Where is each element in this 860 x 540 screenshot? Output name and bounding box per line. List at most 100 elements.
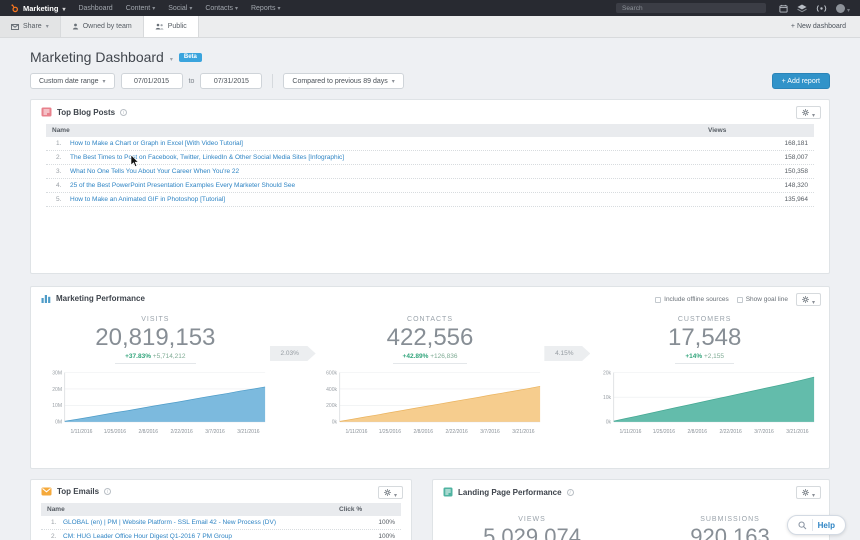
beta-badge: Beta bbox=[179, 53, 202, 62]
email-link[interactable]: GLOBAL (en) | PM | Website Platform - SS… bbox=[63, 519, 339, 526]
table-row[interactable]: 1. How to Make a Chart or Graph in Excel… bbox=[46, 137, 814, 151]
visits-metric: VISITS 20,819,153 +37.83% +5,714,212 0M1… bbox=[41, 310, 270, 440]
table-row[interactable]: 4. 25 of the Best PowerPoint Presentatio… bbox=[46, 179, 814, 193]
blog-post-link[interactable]: How to Make an Animated GIF in Photoshop… bbox=[70, 196, 702, 203]
broadcast-icon[interactable] bbox=[816, 4, 827, 13]
blog-post-link[interactable]: How to Make a Chart or Graph in Excel [W… bbox=[70, 140, 702, 147]
metric-label: CUSTOMERS bbox=[678, 316, 732, 323]
chevron-down-icon bbox=[152, 5, 155, 12]
bar-chart-icon bbox=[41, 294, 51, 303]
svg-text:1/25/2016: 1/25/2016 bbox=[378, 429, 401, 435]
card-title: Top Emails bbox=[57, 487, 99, 496]
account-menu[interactable] bbox=[836, 0, 850, 17]
top-emails-card: Top Emails Name Click % 1. GLOBAL (en) |… bbox=[30, 479, 412, 540]
info-icon[interactable] bbox=[104, 488, 111, 495]
emails-settings-button[interactable] bbox=[378, 486, 403, 499]
column-header-name[interactable]: Name bbox=[46, 127, 702, 134]
nav-item-contacts[interactable]: Contacts bbox=[205, 5, 238, 12]
date-range-dropdown[interactable]: Custom date range bbox=[30, 73, 115, 89]
blog-icon bbox=[41, 107, 52, 117]
column-header-views[interactable]: Views bbox=[702, 127, 814, 134]
svg-text:1/11/2016: 1/11/2016 bbox=[620, 429, 642, 435]
table-row[interactable]: 5. How to Make an Animated GIF in Photos… bbox=[46, 193, 814, 207]
top-navbar: Marketing Dashboard Content Social Conta… bbox=[0, 0, 860, 16]
divider bbox=[272, 74, 273, 88]
blog-post-link[interactable]: What No One Tells You About Your Career … bbox=[70, 168, 702, 175]
svg-text:2/22/2016: 2/22/2016 bbox=[445, 429, 468, 435]
card-title: Landing Page Performance bbox=[458, 488, 562, 497]
date-to-field[interactable] bbox=[200, 73, 262, 89]
blog-post-link[interactable]: 25 of the Best PowerPoint Presentation E… bbox=[70, 182, 702, 189]
svg-text:3/7/2016: 3/7/2016 bbox=[755, 429, 775, 435]
divider bbox=[812, 519, 813, 531]
svg-text:20M: 20M bbox=[52, 387, 62, 393]
chevron-down-icon bbox=[847, 0, 850, 17]
metric-delta: +37.83% +5,714,212 bbox=[115, 353, 195, 364]
date-from-field[interactable] bbox=[121, 73, 183, 89]
metric-value: 20,819,153 bbox=[95, 324, 215, 352]
svg-text:3/21/2016: 3/21/2016 bbox=[787, 429, 810, 435]
contacts-to-customers-rate: 4.15% bbox=[544, 346, 590, 361]
blog-post-link[interactable]: The Best Times to Post on Facebook, Twit… bbox=[70, 154, 702, 161]
app-window: Marketing Dashboard Content Social Conta… bbox=[0, 0, 860, 540]
chevron-down-icon bbox=[392, 78, 395, 85]
customers-metric: CUSTOMERS 17,548 +14% +2,155 0k10k20k1/1… bbox=[590, 310, 819, 440]
page-title: Marketing Dashboard bbox=[30, 49, 164, 65]
to-label: to bbox=[189, 78, 195, 85]
svg-text:2/8/2016: 2/8/2016 bbox=[688, 429, 708, 435]
svg-text:3/21/2016: 3/21/2016 bbox=[512, 429, 535, 435]
gear-icon bbox=[802, 296, 809, 303]
chevron-down-icon bbox=[235, 5, 238, 12]
landing-settings-button[interactable] bbox=[796, 486, 821, 499]
table-row[interactable]: 2. CM: HUG Leader Office Hour Digest Q1-… bbox=[41, 530, 401, 540]
dashboard-switcher-chevron-icon[interactable] bbox=[170, 48, 173, 66]
metric-label: SUBMISSIONS bbox=[700, 516, 760, 523]
nav-item-dashboard[interactable]: Dashboard bbox=[78, 5, 112, 12]
show-goal-line-checkbox[interactable]: Show goal line bbox=[737, 296, 788, 303]
svg-text:10k: 10k bbox=[603, 395, 612, 401]
blog-settings-button[interactable] bbox=[796, 106, 821, 119]
email-icon bbox=[41, 487, 52, 496]
svg-text:400k: 400k bbox=[326, 387, 337, 393]
new-dashboard-button[interactable]: + New dashboard bbox=[777, 16, 860, 37]
chevron-down-icon bbox=[812, 291, 815, 309]
nav-item-social[interactable]: Social bbox=[168, 5, 192, 12]
card-title: Top Blog Posts bbox=[57, 108, 115, 117]
search-input[interactable] bbox=[616, 3, 766, 13]
chevron-down-icon bbox=[812, 484, 815, 502]
marketplace-icon[interactable] bbox=[797, 4, 807, 13]
conversion-arrow: 4.15% bbox=[544, 346, 590, 361]
info-icon[interactable] bbox=[120, 109, 127, 116]
table-row[interactable]: 3. What No One Tells You About Your Care… bbox=[46, 165, 814, 179]
brand-menu[interactable]: Marketing bbox=[10, 4, 65, 13]
contacts-area-chart: 0k200k400k600k1/11/20161/25/20162/8/2016… bbox=[316, 367, 545, 440]
svg-text:3/7/2016: 3/7/2016 bbox=[480, 429, 500, 435]
chevron-down-icon bbox=[46, 23, 49, 30]
compare-dropdown[interactable]: Compared to previous 89 days bbox=[283, 73, 403, 89]
table-row[interactable]: 1. GLOBAL (en) | PM | Website Platform -… bbox=[41, 516, 401, 530]
column-header-click[interactable]: Click % bbox=[339, 506, 401, 513]
marketing-performance-card: Marketing Performance Include offline so… bbox=[30, 286, 830, 469]
people-icon bbox=[155, 23, 164, 30]
visits-area-chart: 0M10M20M30M1/11/20161/25/20162/8/20162/2… bbox=[41, 367, 270, 440]
metric-delta: +42.89% +126,836 bbox=[393, 353, 468, 364]
tab-owned-by-team[interactable]: Owned by team bbox=[61, 16, 144, 37]
email-link[interactable]: CM: HUG Leader Office Hour Digest Q1-201… bbox=[63, 533, 339, 540]
table-row[interactable]: 2. The Best Times to Post on Facebook, T… bbox=[46, 151, 814, 165]
tab-public[interactable]: Public bbox=[144, 16, 199, 37]
svg-text:0k: 0k bbox=[606, 420, 612, 426]
help-button[interactable]: Help bbox=[787, 515, 846, 535]
column-header-name[interactable]: Name bbox=[41, 506, 339, 513]
nav-item-content[interactable]: Content bbox=[126, 5, 156, 12]
add-report-button[interactable]: + Add report bbox=[772, 73, 830, 89]
nav-item-reports[interactable]: Reports bbox=[251, 5, 281, 12]
metric-label: VIEWS bbox=[518, 516, 546, 523]
include-offline-checkbox[interactable]: Include offline sources bbox=[655, 296, 729, 303]
info-icon[interactable] bbox=[567, 489, 574, 496]
hubspot-sprocket-icon bbox=[10, 4, 19, 13]
share-button[interactable]: Share bbox=[0, 16, 61, 37]
calendar-icon[interactable] bbox=[779, 4, 788, 13]
gear-icon bbox=[802, 109, 809, 116]
performance-settings-button[interactable] bbox=[796, 293, 821, 306]
checkbox-icon bbox=[655, 297, 661, 303]
